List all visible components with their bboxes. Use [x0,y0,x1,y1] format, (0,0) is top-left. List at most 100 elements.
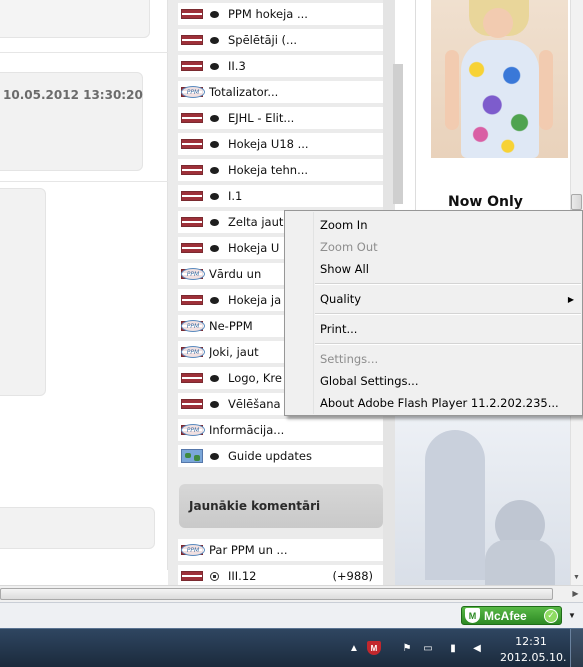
mcafee-tray-icon[interactable]: M [367,641,381,655]
action-center-icon[interactable]: ⚑ [400,641,414,655]
hockey-puck-icon [210,114,219,122]
latest-comments-header: Jaunākie komentāri [179,484,383,528]
windows-taskbar [0,628,583,667]
hockey-puck-icon [210,140,219,148]
menu-item-label: Quality [320,292,362,306]
latvia-flag-icon [181,373,203,383]
comment-item-label[interactable]: Par PPM un ... [209,543,288,557]
forum-item-label[interactable]: Hokeja ja [228,293,281,307]
forum-list-item[interactable]: II.3 [178,55,383,79]
forum-item-label[interactable]: Vārdu un [209,267,261,281]
latvia-flag-icon [181,243,203,253]
ad-model-image[interactable] [431,0,568,158]
ppm-logo-icon: PPM [181,268,205,280]
forum-item-label[interactable]: Hokeja tehn... [228,163,308,177]
menu-item-print[interactable]: Print... [286,318,582,340]
forum-item-label[interactable]: Hokeja U [228,241,279,255]
forum-item-label[interactable]: Spēlētāji (... [228,33,297,47]
menu-item-label: Global Settings... [320,374,419,388]
network-signal-icon[interactable]: ▮ [446,641,460,655]
hockey-puck-icon [210,218,219,226]
horizontal-scroll-thumb[interactable] [0,588,553,600]
post-card [0,507,155,549]
column-gutter-block [393,64,403,204]
latvia-flag-icon [181,165,203,175]
menu-item-global-settings[interactable]: Global Settings... [286,370,582,392]
forum-item-label[interactable]: Logo, Kre [228,371,282,385]
comment-item-label[interactable]: III.12 [228,569,256,583]
forum-list-item[interactable]: Hokeja U18 ... [178,133,383,157]
forum-item-label[interactable]: Hokeja U18 ... [228,137,309,151]
clock-date: 2012.05.10. [500,651,567,664]
forum-item-label[interactable]: EJHL - Elit... [228,111,294,125]
post-card [0,0,150,38]
latest-comments-title: Jaunākie komentāri [189,499,321,513]
latvia-flag-icon [181,217,203,227]
forum-item-label[interactable]: Informācija... [209,423,284,437]
forum-item-label[interactable]: Ne-PPM [209,319,253,333]
show-desktop-button[interactable] [570,629,583,667]
forum-item-label[interactable]: I.1 [228,189,242,203]
hockey-puck-icon [210,10,219,18]
forum-item-label[interactable]: Joki, jaut [209,345,259,359]
menu-item-zoom-out: Zoom Out [286,236,582,258]
menu-item-label: Print... [320,322,358,336]
latvia-flag-icon [181,139,203,149]
hockey-puck-icon [210,36,219,44]
forum-list-item[interactable]: Spēlētāji (... [178,29,383,53]
forum-list-item[interactable]: EJHL - Elit... [178,107,383,131]
hockey-puck-icon [210,166,219,174]
menu-item-label: Settings... [320,352,379,366]
mcafee-dropdown-icon[interactable]: ▼ [566,609,578,621]
forum-list-item[interactable]: I.1 [178,185,383,209]
menu-item-show-all[interactable]: Show All [286,258,582,280]
mcafee-shield-icon: M [465,608,480,623]
hockey-puck-icon [210,62,219,70]
forum-list-item[interactable]: Guide updates [178,445,383,469]
forum-list-item[interactable]: PPM Informācija... [178,419,383,443]
hockey-puck-icon [210,400,219,408]
menu-item-label: About Adobe Flash Player 11.2.202.235... [320,396,559,410]
menu-item-quality[interactable]: Quality ▶ [286,288,582,310]
ppm-logo-icon: PPM [181,346,205,358]
latvia-flag-icon [181,191,203,201]
menu-item-about-adobe-flash-player-11-2-202-235[interactable]: About Adobe Flash Player 11.2.202.235... [286,392,582,414]
volume-icon[interactable]: ◀ [470,641,484,655]
menu-item-label: Show All [320,262,369,276]
display-icon[interactable]: ▭ [421,641,435,655]
hockey-puck-icon [210,296,219,304]
latvia-flag-icon [181,399,203,409]
menu-item-zoom-in[interactable]: Zoom In [286,214,582,236]
show-hidden-icons-icon[interactable]: ▲ [347,641,361,655]
forum-item-label[interactable]: II.3 [228,59,246,73]
submenu-arrow-icon: ▶ [567,294,574,304]
menu-separator [315,343,581,345]
scroll-right-arrow-icon[interactable]: ▶ [569,587,582,600]
taskbar-clock[interactable]: 12:31 2012.05.10. [500,634,567,666]
comment-list-item[interactable]: PPM Par PPM un ... [178,539,383,563]
soccer-ball-icon [210,571,219,581]
forum-item-label[interactable]: Guide updates [228,449,312,463]
ppm-logo-icon: PPM [181,544,205,556]
latvia-flag-icon [181,295,203,305]
forum-item-label[interactable]: Vēlēšana [228,397,281,411]
ppm-logo-icon: PPM [181,424,205,436]
scroll-down-arrow-icon[interactable]: ▼ [571,572,582,583]
menu-separator [315,283,581,285]
forum-item-label[interactable]: Totalizator... [209,85,278,99]
latvia-flag-icon [181,571,203,581]
forum-item-label[interactable]: PPM hokeja ... [228,7,308,21]
latvia-flag-icon [181,35,203,45]
mcafee-siteadvisor-button[interactable]: M McAfee ✓ [461,606,562,625]
vertical-scroll-thumb[interactable] [571,194,582,210]
forum-list-item[interactable]: Hokeja tehn... [178,159,383,183]
hockey-puck-icon [210,374,219,382]
forum-list-item[interactable]: PPM hokeja ... [178,3,383,27]
menu-item-label: Zoom In [320,218,368,232]
forum-item-label[interactable]: Zelta jautā [228,215,290,229]
menu-item-settings: Settings... [286,348,582,370]
ad-headline[interactable]: Now Only [448,194,523,210]
ppm-logo-icon: PPM [181,86,205,98]
post-card [0,72,143,171]
forum-list-item[interactable]: PPM Totalizator... [178,81,383,105]
